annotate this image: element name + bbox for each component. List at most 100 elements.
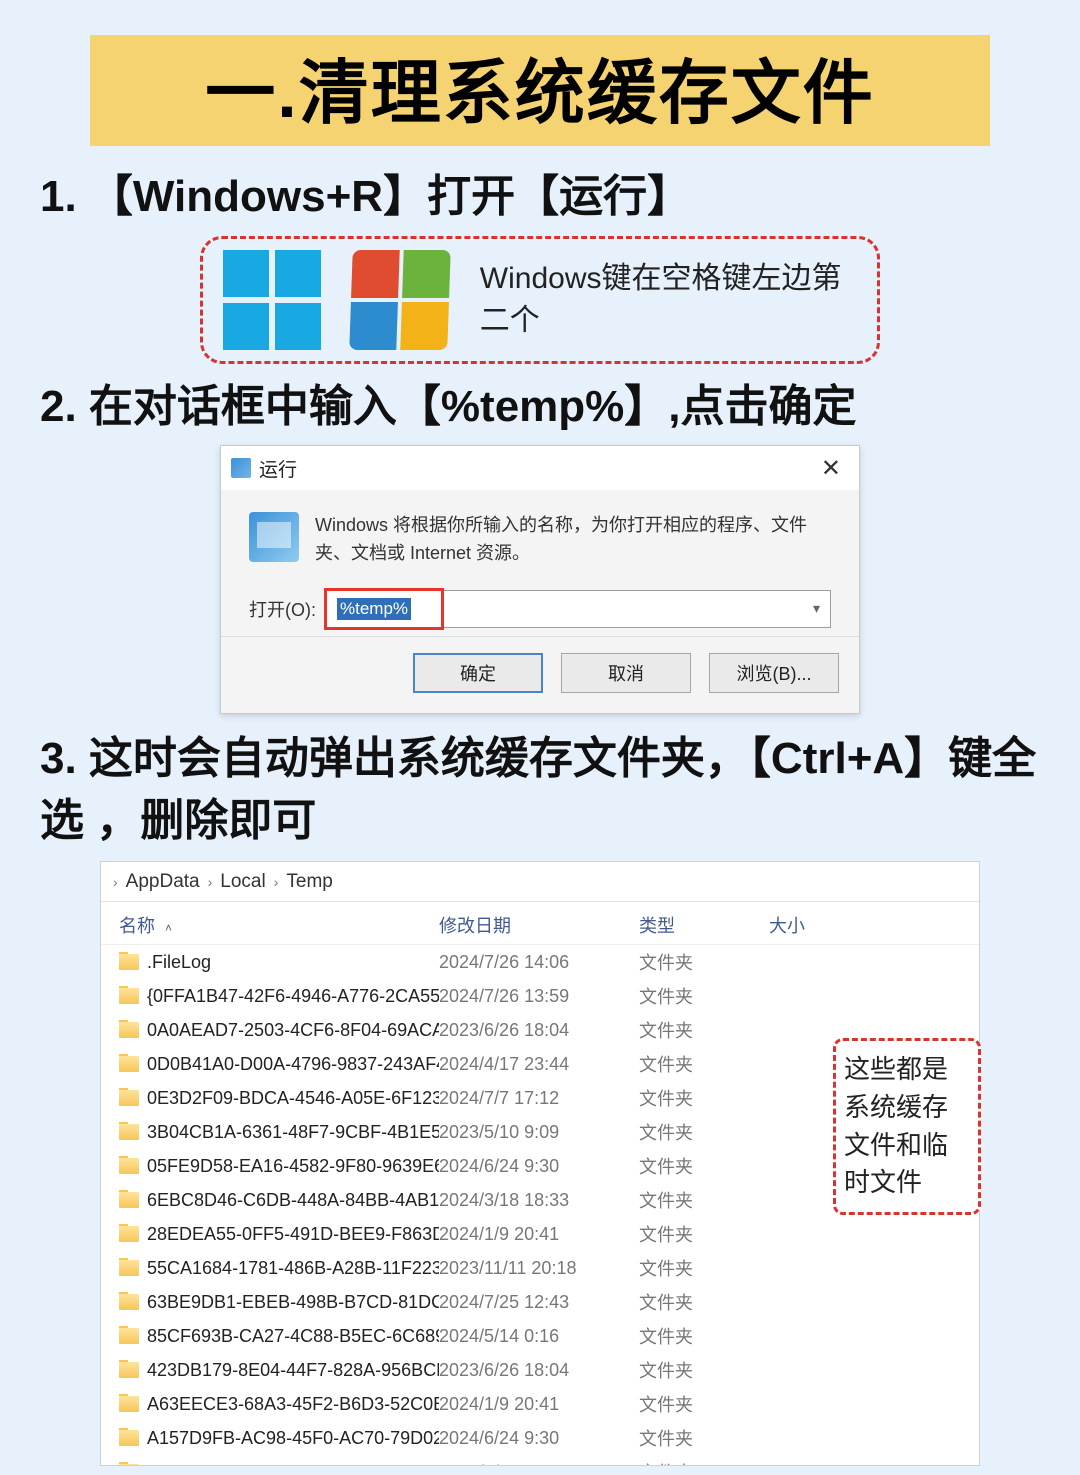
open-value: %temp% <box>337 598 411 620</box>
file-date: 2024/5/14 0:16 <box>439 1326 639 1347</box>
folder-icon <box>119 954 139 970</box>
folder-icon <box>119 1056 139 1072</box>
table-row[interactable]: 55CA1684-1781-486B-A28B-11F223...2023/11… <box>101 1251 979 1285</box>
file-type: 文件夹 <box>639 1187 769 1213</box>
file-date: 2023/5/10 9:09 <box>439 1122 639 1143</box>
col-type[interactable]: 类型 <box>639 912 769 938</box>
windows10-logo-icon <box>223 250 321 350</box>
file-name: 423DB179-8E04-44F7-828A-956BCF... <box>119 1360 439 1381</box>
table-row[interactable]: A157D9FB-AC98-45F0-AC70-79D026...2024/6/… <box>101 1421 979 1455</box>
chevron-right-icon: › <box>208 874 213 890</box>
file-type: 文件夹 <box>639 1221 769 1247</box>
folder-icon <box>119 1260 139 1276</box>
col-name[interactable]: 名称˄ <box>119 912 439 938</box>
file-date: 2024/7/25 12:43 <box>439 1292 639 1313</box>
file-name: 6EBC8D46-C6DB-448A-84BB-4AB1CB... <box>119 1190 439 1211</box>
folder-icon <box>119 1396 139 1412</box>
file-name: 0D0B41A0-D00A-4796-9837-243AF4... <box>119 1054 439 1075</box>
folder-icon <box>119 1124 139 1140</box>
file-name: 0E3D2F09-BDCA-4546-A05E-6F123A... <box>119 1088 439 1109</box>
file-date: 2024/7/7 17:12 <box>439 1088 639 1109</box>
browse-button[interactable]: 浏览(B)... <box>709 653 839 693</box>
file-name: 3B04CB1A-6361-48F7-9CBF-4B1E537... <box>119 1122 439 1143</box>
table-row[interactable]: {0FFA1B47-42F6-4946-A776-2CA55E...2024/7… <box>101 979 979 1013</box>
step-2: 2. 在对话框中输入【%temp%】,点击确定 <box>40 376 1040 438</box>
file-name: A157D9FB-AC98-45F0-AC70-79D026... <box>119 1428 439 1449</box>
table-row[interactable]: .FileLog2024/7/26 14:06文件夹 <box>101 945 979 979</box>
file-name: A63EECE3-68A3-45F2-B6D3-52C0E2... <box>119 1394 439 1415</box>
sort-asc-icon: ˄ <box>165 921 172 935</box>
file-type: 文件夹 <box>639 1323 769 1349</box>
file-type: 文件夹 <box>639 1017 769 1043</box>
ok-button[interactable]: 确定 <box>413 653 543 693</box>
run-title: 运行 <box>259 455 297 482</box>
file-name: 28EDEA55-0FF5-491D-BEE9-F863D6E... <box>119 1224 439 1245</box>
file-date: 2024/6/24 9:30 <box>439 1156 639 1177</box>
hint-text: Windows键在空格键左边第二个 <box>480 258 857 342</box>
file-name: 05FE9D58-EA16-4582-9F80-9639E67... <box>119 1156 439 1177</box>
table-row[interactable]: 423DB179-8E04-44F7-828A-956BCF...2023/6/… <box>101 1353 979 1387</box>
file-date: 2024/3/18 18:33 <box>439 1190 639 1211</box>
file-date: 2024/7/26 13:59 <box>439 986 639 1007</box>
folder-icon <box>119 1294 139 1310</box>
crumb-temp[interactable]: Temp <box>286 871 332 893</box>
close-button[interactable]: ✕ <box>813 454 849 483</box>
table-row[interactable]: A63EECE3-68A3-45F2-B6D3-52C0E2...2024/1/… <box>101 1387 979 1421</box>
col-date[interactable]: 修改日期 <box>439 912 639 938</box>
open-combobox[interactable]: %temp% ▾ <box>326 590 831 628</box>
run-large-icon <box>249 512 299 562</box>
file-type: 文件夹 <box>639 1119 769 1145</box>
file-type: 文件夹 <box>639 1459 769 1465</box>
file-type: 文件夹 <box>639 983 769 1009</box>
hint-windows-key: Windows键在空格键左边第二个 <box>200 236 880 364</box>
folder-icon <box>119 1328 139 1344</box>
file-name: 85CF693B-CA27-4C88-B5EC-6C6892... <box>119 1326 439 1347</box>
breadcrumb[interactable]: › AppData › Local › Temp <box>101 862 979 902</box>
folder-icon <box>119 1022 139 1038</box>
file-name: .FileLog <box>119 952 439 973</box>
file-date: 2024/6/24 9:30 <box>439 1428 639 1449</box>
open-label: 打开(O): <box>249 596 316 622</box>
run-app-icon <box>231 458 251 478</box>
file-date: 2024/1/9 20:41 <box>439 1394 639 1415</box>
run-dialog: 运行 ✕ Windows 将根据你所输入的名称，为你打开相应的程序、文件夹、文档… <box>220 445 860 714</box>
file-date: 2024/6/26 14:59 <box>439 1462 639 1466</box>
crumb-appdata[interactable]: AppData <box>126 871 200 893</box>
table-row[interactable]: 63BE9DB1-EBEB-498B-B7CD-81DC7C...2024/7/… <box>101 1285 979 1319</box>
file-type: 文件夹 <box>639 1391 769 1417</box>
file-date: 2024/1/9 20:41 <box>439 1224 639 1245</box>
file-type: 文件夹 <box>639 1255 769 1281</box>
folder-icon <box>119 1090 139 1106</box>
file-name: 63BE9DB1-EBEB-498B-B7CD-81DC7C... <box>119 1292 439 1313</box>
file-type: 文件夹 <box>639 949 769 975</box>
folder-icon <box>119 1464 139 1465</box>
table-row[interactable]: A448F60A-BD22-4232-BB68-8344D0...2024/6/… <box>101 1455 979 1465</box>
windows7-logo-icon <box>350 250 452 350</box>
file-type: 文件夹 <box>639 1289 769 1315</box>
run-description: Windows 将根据你所输入的名称，为你打开相应的程序、文件夹、文档或 Int… <box>315 512 831 568</box>
table-row[interactable]: 85CF693B-CA27-4C88-B5EC-6C6892...2024/5/… <box>101 1319 979 1353</box>
folder-icon <box>119 1362 139 1378</box>
table-row[interactable]: 28EDEA55-0FF5-491D-BEE9-F863D6E...2024/1… <box>101 1217 979 1251</box>
folder-icon <box>119 1226 139 1242</box>
crumb-local[interactable]: Local <box>220 871 265 893</box>
cancel-button[interactable]: 取消 <box>561 653 691 693</box>
col-size[interactable]: 大小 <box>769 912 961 938</box>
file-type: 文件夹 <box>639 1425 769 1451</box>
hint-cache-files: 这些都是系统缓存文件和临时文件 <box>833 1038 981 1215</box>
folder-icon <box>119 988 139 1004</box>
file-type: 文件夹 <box>639 1051 769 1077</box>
folder-icon <box>119 1192 139 1208</box>
chevron-right-icon: › <box>113 874 118 890</box>
step-1: 1. 【Windows+R】打开【运行】 <box>40 166 1040 228</box>
folder-icon <box>119 1158 139 1174</box>
chevron-down-icon[interactable]: ▾ <box>813 600 820 617</box>
file-name: 55CA1684-1781-486B-A28B-11F223... <box>119 1258 439 1279</box>
file-name: {0FFA1B47-42F6-4946-A776-2CA55E... <box>119 986 439 1007</box>
page-title: 一.清理系统缓存文件 <box>90 35 990 146</box>
column-headers[interactable]: 名称˄ 修改日期 类型 大小 <box>101 902 979 945</box>
file-date: 2023/6/26 18:04 <box>439 1020 639 1041</box>
chevron-right-icon: › <box>274 874 279 890</box>
step-3: 3. 这时会自动弹出系统缓存文件夹，【Ctrl+A】键全选 ，删除即可 <box>40 728 1040 851</box>
file-name: A448F60A-BD22-4232-BB68-8344D0... <box>119 1462 439 1466</box>
